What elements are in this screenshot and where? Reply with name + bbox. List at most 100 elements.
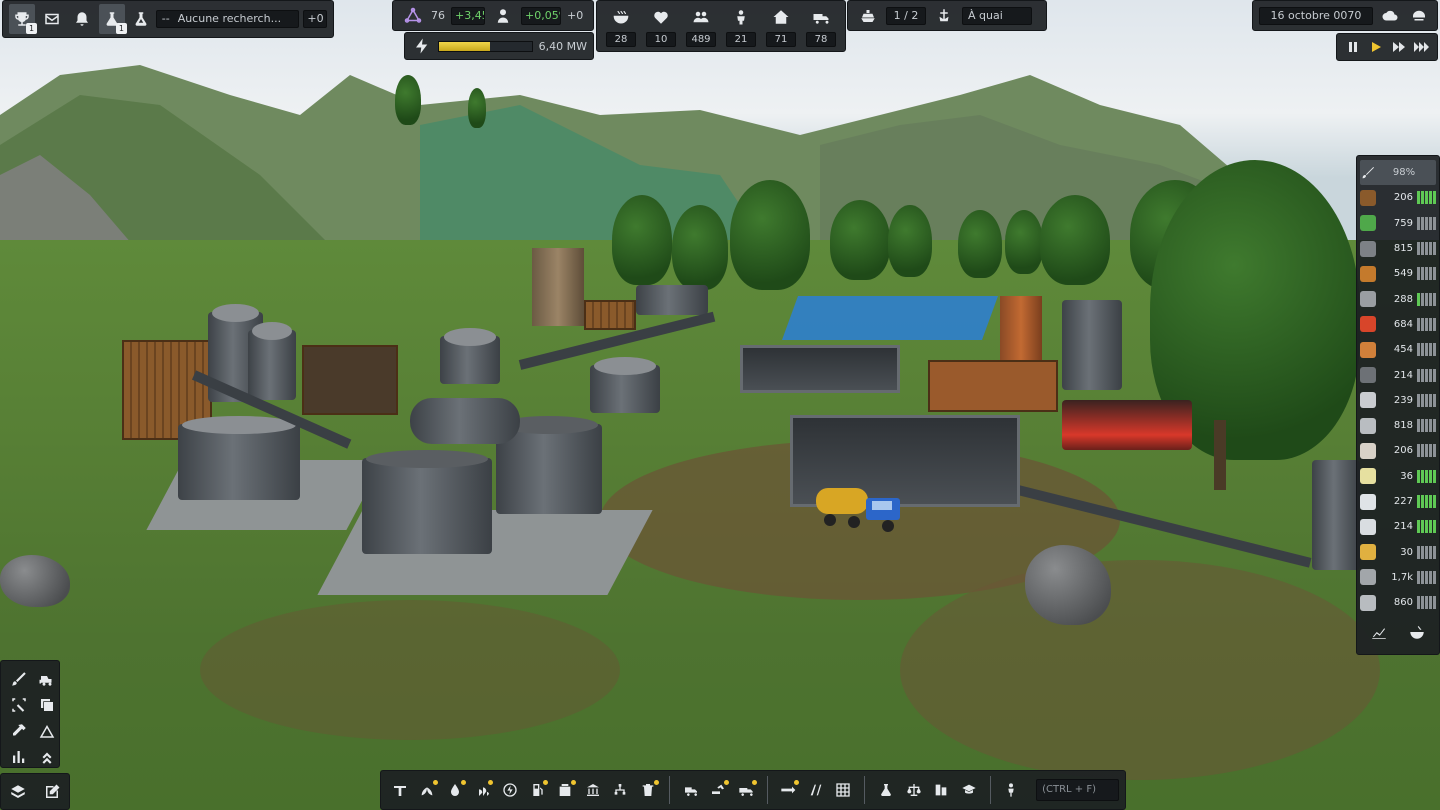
resource-amount: 860 bbox=[1393, 597, 1413, 609]
resource-row[interactable]: 227 bbox=[1360, 489, 1436, 514]
need-food[interactable]: 28 bbox=[603, 5, 639, 47]
storage-bin bbox=[1312, 460, 1360, 570]
need-truck[interactable]: 78 bbox=[803, 5, 839, 47]
research-lab-icon[interactable] bbox=[873, 777, 899, 803]
resource-row[interactable]: 815 bbox=[1360, 236, 1436, 261]
copy-icon[interactable] bbox=[35, 693, 59, 717]
fuel-truck[interactable] bbox=[812, 480, 908, 538]
resource-bowl-icon[interactable] bbox=[1405, 620, 1429, 644]
resource-row[interactable]: 1,7k bbox=[1360, 565, 1436, 590]
stats-chart-icon[interactable] bbox=[1367, 620, 1391, 644]
power-tool-icon[interactable] bbox=[497, 777, 523, 803]
resource-row[interactable]: 288 bbox=[1360, 286, 1436, 311]
flask-icon: 1 bbox=[100, 7, 127, 34]
fastest-forward-button[interactable] bbox=[1412, 37, 1432, 57]
research-name: Aucune recherch... bbox=[177, 12, 282, 25]
messages-button[interactable] bbox=[39, 4, 65, 34]
excavator-icon[interactable] bbox=[705, 777, 731, 803]
resource-row[interactable]: 30 bbox=[1360, 539, 1436, 564]
achievements-button[interactable]: 1 bbox=[9, 4, 37, 34]
barrel-icon bbox=[1360, 265, 1376, 282]
tree bbox=[672, 205, 728, 290]
vehicles-icon[interactable] bbox=[678, 777, 704, 803]
resource-row[interactable]: 860 bbox=[1360, 590, 1436, 615]
resource-row[interactable]: 684 bbox=[1360, 312, 1436, 337]
resource-amount: 206 bbox=[1393, 192, 1413, 204]
power-bar-fill bbox=[439, 41, 491, 51]
resource-amount: 214 bbox=[1393, 369, 1413, 381]
resource-amount: 684 bbox=[1393, 318, 1413, 330]
need-value: 71 bbox=[766, 32, 796, 47]
people-management-icon[interactable] bbox=[999, 777, 1025, 803]
resource-row[interactable]: 818 bbox=[1360, 413, 1436, 438]
electronics-icon bbox=[1360, 518, 1376, 535]
need-house[interactable]: 71 bbox=[763, 5, 799, 47]
resource-amount: 36 bbox=[1400, 470, 1413, 482]
ruler-icon[interactable] bbox=[7, 745, 31, 769]
resource-row[interactable]: 214 bbox=[1360, 514, 1436, 539]
need-worker[interactable]: 21 bbox=[723, 5, 759, 47]
waste-icon[interactable] bbox=[635, 777, 661, 803]
tools-panel bbox=[0, 660, 60, 768]
machine bbox=[302, 345, 398, 415]
chevrons-up-icon[interactable] bbox=[35, 745, 59, 769]
farm-icon[interactable] bbox=[415, 777, 441, 803]
edit-icon[interactable] bbox=[40, 780, 64, 804]
resource-row[interactable]: 214 bbox=[1360, 362, 1436, 387]
trophy-badge: 1 bbox=[25, 23, 37, 34]
current-date: 16 octobre 0070 bbox=[1259, 6, 1373, 25]
resource-row[interactable]: 759 bbox=[1360, 211, 1436, 236]
government-icon[interactable] bbox=[580, 777, 606, 803]
need-people[interactable]: 489 bbox=[683, 5, 719, 47]
balance-icon[interactable] bbox=[901, 777, 927, 803]
resource-row[interactable]: 36 bbox=[1360, 464, 1436, 489]
build-search-input[interactable]: (CTRL + F) bbox=[1036, 779, 1119, 801]
logistics-icon[interactable] bbox=[608, 777, 634, 803]
power-panel[interactable]: 6,40 MW bbox=[404, 32, 594, 60]
mining-icon[interactable] bbox=[387, 777, 413, 803]
select-cut-icon[interactable] bbox=[7, 693, 31, 717]
ships-panel[interactable]: 1 / 2 À quai bbox=[847, 0, 1047, 31]
resource-row[interactable]: 549 bbox=[1360, 261, 1436, 286]
weather-cloud-icon[interactable] bbox=[1379, 4, 1402, 28]
storage-icon[interactable] bbox=[552, 777, 578, 803]
resource-level-bars bbox=[1417, 419, 1436, 433]
resource-level-bars bbox=[1417, 292, 1436, 306]
bell-icon bbox=[70, 7, 94, 31]
bulldozer-icon[interactable] bbox=[35, 667, 59, 691]
resource-amount: 214 bbox=[1393, 521, 1413, 533]
grid-icon[interactable] bbox=[831, 777, 857, 803]
truck-depot-icon[interactable] bbox=[733, 777, 759, 803]
top-left-panel: 1 1 -- Aucune recherch... +0 bbox=[2, 0, 334, 38]
play-button[interactable] bbox=[1366, 37, 1386, 57]
game-world[interactable] bbox=[0, 0, 1440, 810]
eyedropper-icon[interactable] bbox=[7, 719, 31, 743]
fast-forward-button[interactable] bbox=[1389, 37, 1409, 57]
crops-icon[interactable] bbox=[470, 777, 496, 803]
resource-row[interactable]: 454 bbox=[1360, 337, 1436, 362]
resource-row[interactable]: 239 bbox=[1360, 388, 1436, 413]
conveyor-icon[interactable] bbox=[775, 777, 801, 803]
resource-header-row[interactable]: 98% bbox=[1360, 160, 1436, 186]
pause-button[interactable] bbox=[1343, 37, 1363, 57]
research-button[interactable]: 1 bbox=[98, 4, 127, 34]
transport-icon[interactable] bbox=[803, 777, 829, 803]
fuel-station-icon[interactable] bbox=[525, 777, 551, 803]
education-icon[interactable] bbox=[956, 777, 982, 803]
research-progress-field[interactable]: -- Aucune recherch... bbox=[155, 10, 300, 28]
need-health[interactable]: 10 bbox=[643, 5, 679, 47]
unity-tool-icon[interactable] bbox=[35, 719, 59, 743]
city-planner-icon[interactable] bbox=[928, 777, 954, 803]
cement-icon bbox=[1360, 417, 1376, 434]
captain-hat-icon[interactable] bbox=[1408, 4, 1431, 28]
resource-row[interactable]: 206 bbox=[1360, 438, 1436, 463]
notifications-button[interactable] bbox=[69, 4, 95, 34]
resource-row[interactable]: 206 bbox=[1360, 185, 1436, 210]
layers-icon[interactable] bbox=[6, 780, 30, 804]
tree-trunk bbox=[1214, 420, 1226, 490]
dirt-path bbox=[200, 600, 620, 740]
resource-amount: 454 bbox=[1393, 344, 1413, 356]
water-icon[interactable] bbox=[442, 777, 468, 803]
paint-brush-icon[interactable] bbox=[7, 667, 31, 691]
need-value: 489 bbox=[686, 32, 716, 47]
